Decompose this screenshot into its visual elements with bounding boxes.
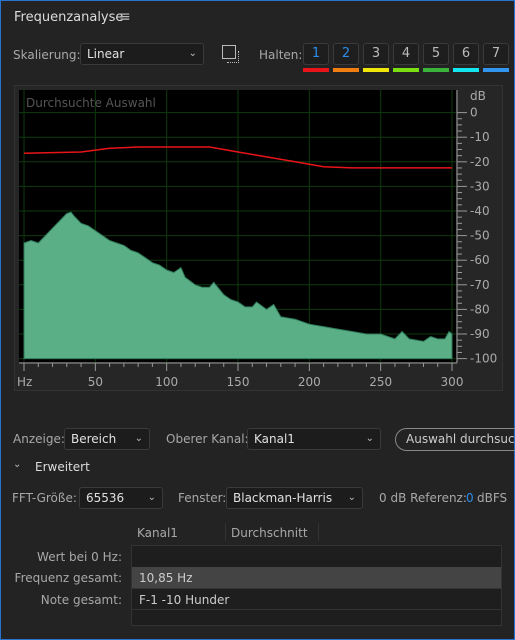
window-dropdown[interactable]: Blackman-Harris ⌄: [226, 487, 363, 509]
column-divider: [318, 523, 319, 541]
x-tick-label: 300: [441, 375, 464, 389]
y-tick-label: -60: [470, 253, 490, 267]
window-value: Blackman-Harris: [233, 491, 333, 505]
channel-label: Oberer Kanal:: [166, 432, 249, 446]
row-divider: [132, 588, 501, 589]
window-label: Fenster:: [178, 491, 227, 505]
row-label-total-note: Note gesamt:: [40, 593, 122, 607]
fft-size-dropdown[interactable]: 65536 ⌄: [79, 487, 163, 509]
chevron-down-icon[interactable]: ⌄: [13, 459, 21, 470]
column-header-average: Durchschnitt: [231, 526, 308, 540]
y-tick-label: -10: [470, 130, 490, 144]
y-tick-label: -30: [470, 179, 490, 193]
y-tick-label: -40: [470, 204, 490, 218]
channel-dropdown[interactable]: Kanal1 ⌄: [247, 428, 381, 450]
fft-label: FFT-Größe:: [12, 491, 77, 505]
y-axis-unit: dB: [470, 89, 486, 103]
display-label: Anzeige:: [13, 432, 65, 446]
reference-value[interactable]: 0: [466, 491, 474, 505]
row-divider: [132, 609, 501, 610]
frequency-chart[interactable]: Durchsuchte Auswahl dB 0 -10 -20 -30 -40 -50 -60…: [1, 1, 515, 401]
advanced-section-toggle[interactable]: Erweitert: [35, 460, 90, 474]
value-total-frequency: 10,85 Hz: [139, 571, 193, 585]
value-total-note: F-1 -10 Hunder: [139, 593, 230, 607]
display-value: Bereich: [71, 432, 117, 446]
chevron-down-icon: ⌄: [147, 492, 156, 503]
x-tick-label: 200: [298, 375, 321, 389]
row-label-total-frequency: Frequenz gesamt:: [14, 571, 122, 585]
y-tick-label: -80: [470, 302, 490, 316]
y-tick-label: -100: [470, 352, 497, 366]
y-tick-label: 0: [470, 106, 478, 120]
x-tick-label: 100: [155, 375, 178, 389]
column-header-channel: Kanal1: [137, 526, 178, 540]
x-axis-unit: Hz: [17, 375, 32, 389]
chart-title: Durchsuchte Auswahl: [26, 96, 156, 110]
chevron-down-icon: ⌄: [347, 492, 356, 503]
display-dropdown[interactable]: Bereich ⌄: [64, 428, 150, 450]
fft-value: 65536: [86, 491, 125, 505]
reference-unit: dBFS: [477, 491, 508, 505]
chevron-down-icon: ⌄: [134, 433, 143, 444]
column-divider: [225, 523, 226, 541]
reference-label: 0 dB Referenz:: [379, 491, 467, 505]
scan-selection-button[interactable]: Auswahl durchsuchen: [395, 428, 515, 451]
y-tick-label: -90: [470, 327, 490, 341]
y-tick-label: -70: [470, 278, 490, 292]
channel-value: Kanal1: [254, 432, 295, 446]
x-tick-label: 250: [369, 375, 392, 389]
row-label-value-0hz: Wert bei 0 Hz:: [37, 550, 122, 564]
y-tick-label: -50: [470, 229, 490, 243]
x-tick-label: 50: [88, 375, 103, 389]
chevron-down-icon: ⌄: [365, 433, 374, 444]
x-tick-label: 150: [227, 375, 250, 389]
y-tick-label: -20: [470, 155, 490, 169]
